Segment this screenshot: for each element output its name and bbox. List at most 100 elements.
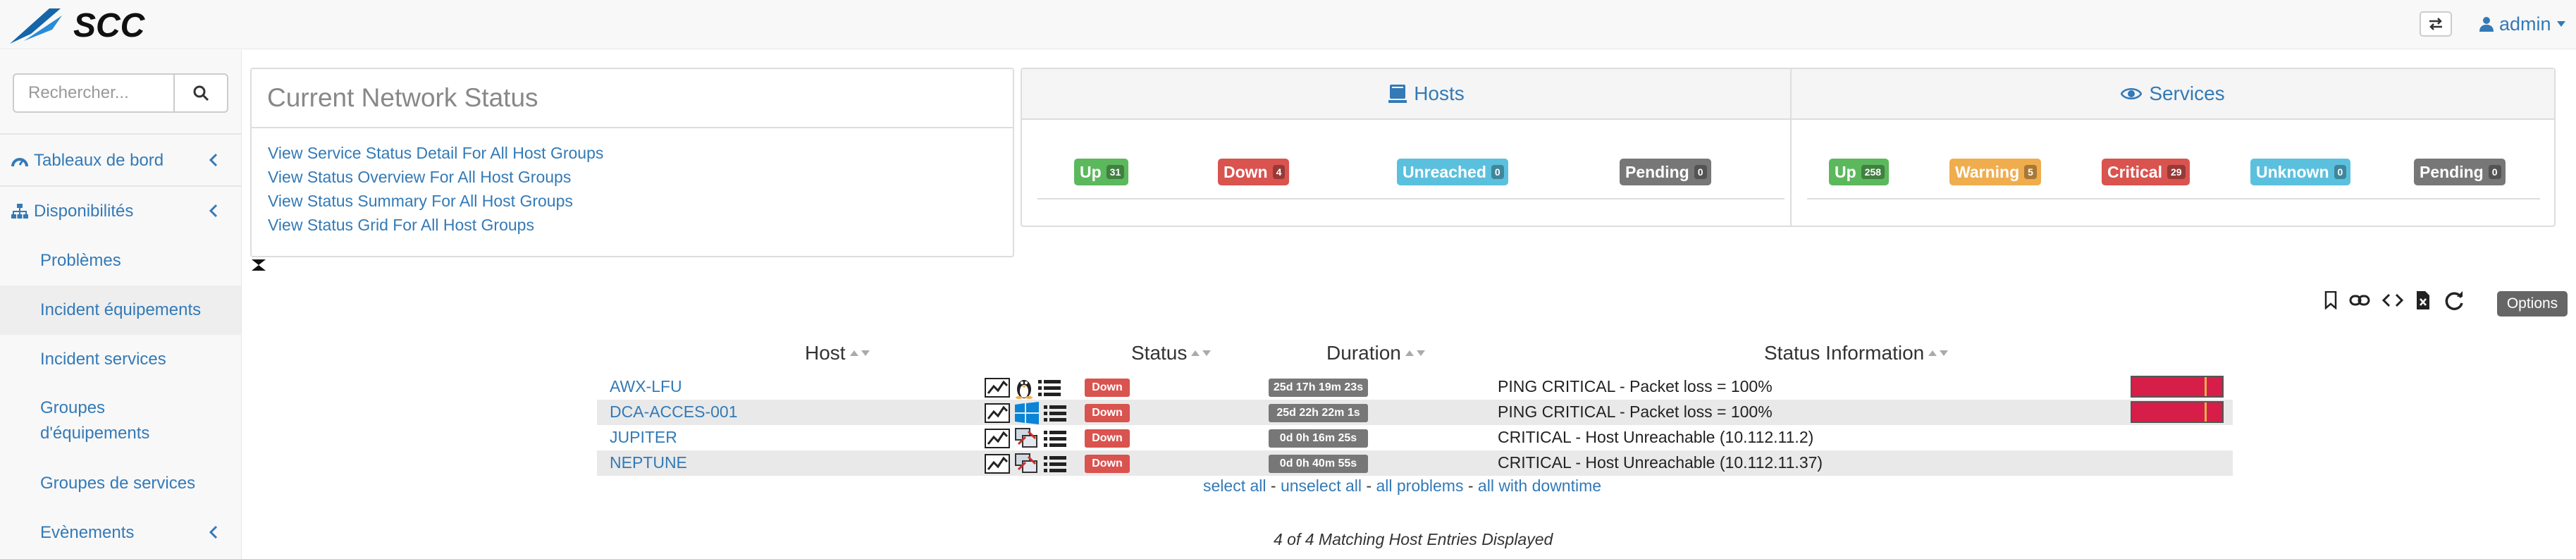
sidebar-item-tableaux-de-bord[interactable]: Tableaux de bord: [0, 136, 241, 185]
selection-links: select all - unselect all - all problems…: [1203, 477, 1601, 496]
list-icon[interactable]: [1044, 404, 1066, 422]
hosts-summary-panel: Hosts Up 31 Down 4 Unreached 0 Pending 0: [1021, 68, 1832, 227]
hosts-unreached-label[interactable]: Unreached 0: [1397, 159, 1508, 185]
sidebar-item-problemes[interactable]: Problèmes: [0, 236, 241, 285]
column-header-status-information[interactable]: Status Information: [1764, 342, 1949, 364]
table-row[interactable]: AWX-LFU Down 25d 17h 19m 23s PING CRITIC…: [597, 374, 2233, 400]
link-icon[interactable]: [2349, 293, 2370, 308]
list-icon[interactable]: [1044, 455, 1066, 473]
sidebar-item-groupes-de-services[interactable]: Groupes de services: [0, 459, 241, 508]
host-link[interactable]: JUPITER: [610, 428, 677, 447]
nav-divider: [0, 133, 241, 135]
code-icon[interactable]: [2382, 293, 2403, 308]
host-link[interactable]: DCA-ACCES-001: [610, 403, 738, 422]
search-input[interactable]: [13, 73, 175, 113]
all-with-downtime-link[interactable]: all with downtime: [1478, 477, 1601, 495]
services-critical-label[interactable]: Critical 29: [2102, 159, 2190, 185]
host-status-badge: Down: [1085, 455, 1130, 473]
network-device-icon: [1015, 428, 1037, 448]
hosts-pending-label[interactable]: Pending 0: [1620, 159, 1711, 185]
sort-arrows-icon[interactable]: [1191, 349, 1212, 357]
sidebar-item-label: Disponibilités: [34, 202, 134, 221]
column-header-duration[interactable]: Duration: [1326, 342, 1426, 364]
host-duration-badge: 0d 0h 16m 25s: [1269, 429, 1368, 448]
host-status-info: CRITICAL - Host Unreachable (10.112.11.3…: [1498, 453, 1823, 472]
scc-logo[interactable]: SCC: [10, 6, 204, 45]
link-status-overview[interactable]: View Status Overview For All Host Groups: [268, 165, 1013, 189]
sort-arrows-icon[interactable]: [1405, 349, 1426, 357]
host-link[interactable]: NEPTUNE: [610, 453, 687, 472]
sidebar-item-disponibilites[interactable]: Disponibilités: [0, 187, 241, 236]
user-icon: [2479, 17, 2494, 32]
refresh-icon[interactable]: [2443, 289, 2465, 312]
table-row[interactable]: DCA-ACCES-001 Down 25d 22h 22m 1s PING C…: [597, 400, 2233, 425]
table-toolbar: [2324, 289, 2465, 312]
host-status-info: PING CRITICAL - Packet loss = 100%: [1498, 403, 1773, 421]
sidebar-item-label: Groupes de services: [40, 474, 196, 493]
hosts-down-label[interactable]: Down 4: [1218, 159, 1290, 185]
sidebar-item-incident-services[interactable]: Incident services: [0, 335, 241, 384]
unselect-all-link[interactable]: unselect all: [1281, 477, 1362, 495]
collapse-panels-icon[interactable]: [251, 258, 266, 276]
table-row[interactable]: JUPITER Down 0d 0h 16m 25s CRITICAL - Ho…: [597, 425, 2233, 450]
top-navbar: SCC admin: [0, 0, 2576, 49]
linux-icon: [1016, 380, 1033, 399]
list-icon[interactable]: [1044, 429, 1066, 448]
server-icon: [1388, 85, 1407, 103]
sidebar-item-label: Incident services: [40, 350, 166, 369]
swap-button[interactable]: [2420, 11, 2452, 37]
sidebar-item-incident-equipements[interactable]: Incident équipements: [0, 285, 241, 335]
export-csv-icon[interactable]: [2415, 290, 2431, 310]
caret-down-icon: [2556, 21, 2565, 27]
sidebar-item-label: Problèmes: [40, 251, 121, 270]
host-action-icons: [985, 402, 1066, 424]
services-summary-divider: [1807, 198, 2540, 199]
sitemap-icon: [11, 204, 28, 219]
graph-icon[interactable]: [985, 378, 1010, 398]
sort-arrows-icon[interactable]: [849, 349, 871, 357]
sidebar-item-evenements[interactable]: Evènements: [0, 508, 241, 558]
services-pending-count: 0: [2488, 165, 2501, 179]
host-duration-badge: 25d 22h 22m 1s: [1269, 404, 1368, 422]
link-service-status-detail[interactable]: View Service Status Detail For All Host …: [268, 141, 1013, 165]
sidebar: Tableaux de bord Disponibilités Problème…: [0, 50, 242, 559]
link-status-summary[interactable]: View Status Summary For All Host Groups: [268, 189, 1013, 213]
link-status-grid[interactable]: View Status Grid For All Host Groups: [268, 213, 1013, 237]
host-status-badge: Down: [1085, 404, 1130, 422]
windows-icon: [1015, 402, 1039, 424]
host-action-icons: [985, 376, 1061, 399]
sidebar-item-groupes-equipements[interactable]: Groupes d'équipements: [0, 384, 233, 457]
services-unknown-label[interactable]: Unknown 0: [2250, 159, 2351, 185]
services-warning-label[interactable]: Warning 5: [1949, 159, 2041, 185]
matching-entries-text: 4 of 4 Matching Host Entries Displayed: [1274, 530, 1553, 548]
services-pending-label[interactable]: Pending 0: [2414, 159, 2506, 185]
sort-arrows-icon[interactable]: [1928, 349, 1949, 357]
column-header-host[interactable]: Host: [805, 342, 871, 364]
perfdata-bar[interactable]: [2131, 376, 2224, 398]
dashboard-icon: [11, 158, 28, 167]
graph-icon[interactable]: [985, 454, 1010, 474]
services-warning-count: 5: [2024, 165, 2037, 179]
user-menu[interactable]: admin: [2479, 13, 2565, 35]
services-up-label[interactable]: Up 258: [1829, 159, 1890, 185]
column-header-status[interactable]: Status: [1131, 342, 1212, 364]
table-row[interactable]: NEPTUNE Down 0d 0h 40m 55s CRITICAL - Ho…: [597, 450, 2233, 476]
select-all-link[interactable]: select all: [1203, 477, 1266, 495]
host-link[interactable]: AWX-LFU: [610, 377, 682, 396]
sidebar-item-label: Incident équipements: [40, 300, 202, 319]
chevron-left-icon: [209, 525, 218, 539]
all-problems-link[interactable]: all problems: [1376, 477, 1463, 495]
exchange-icon: [2429, 18, 2442, 30]
perfdata-bar[interactable]: [2131, 401, 2224, 423]
list-icon[interactable]: [1038, 379, 1061, 397]
bookmark-icon[interactable]: [2324, 291, 2337, 309]
search-button[interactable]: [175, 73, 228, 113]
graph-icon[interactable]: [985, 403, 1010, 423]
eye-icon: [2121, 88, 2143, 99]
host-duration-badge: 0d 0h 40m 55s: [1269, 455, 1368, 473]
hosts-up-label[interactable]: Up 31: [1074, 159, 1129, 185]
sidebar-search: [13, 73, 228, 113]
graph-icon[interactable]: [985, 429, 1010, 448]
options-button[interactable]: Options: [2497, 291, 2568, 317]
sidebar-item-label: Evènements: [40, 523, 135, 542]
